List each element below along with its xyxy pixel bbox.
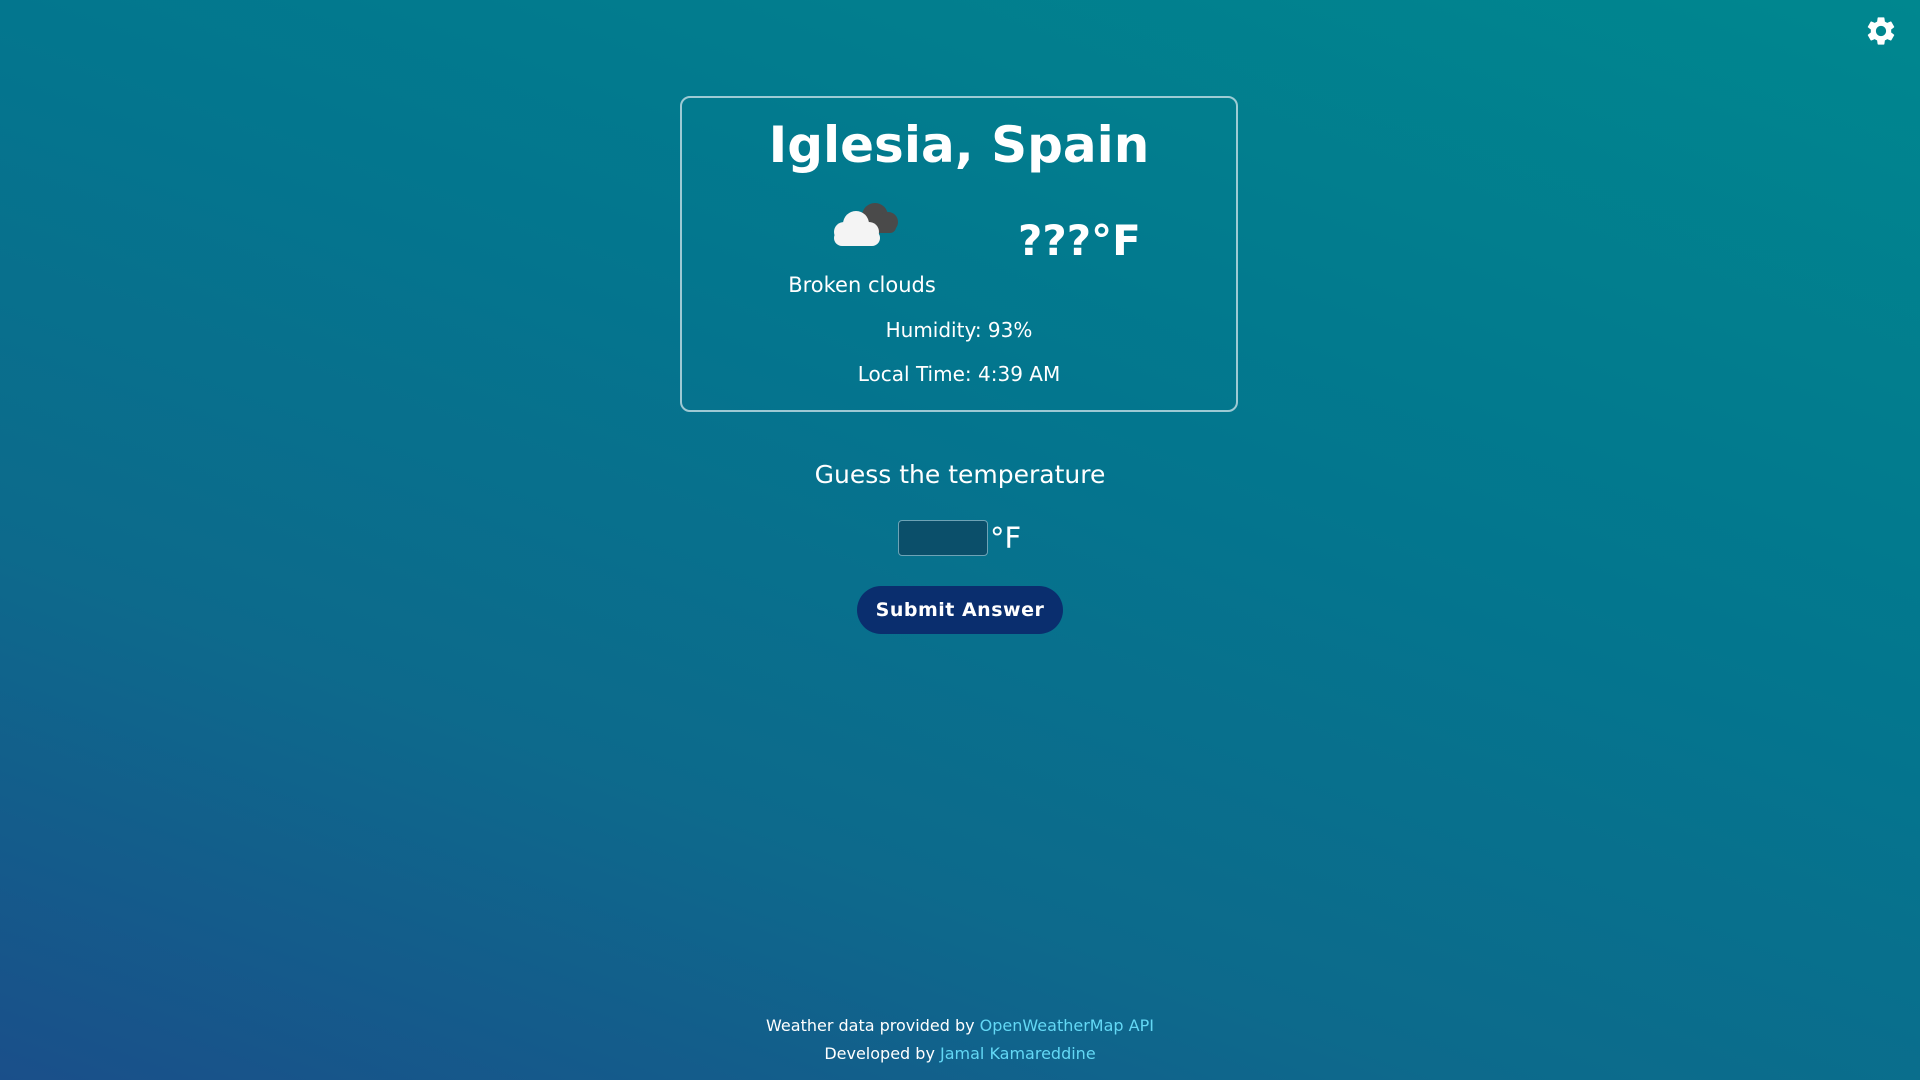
- footer-credit-developer: Developed by Jamal Kamareddine: [0, 1044, 1920, 1063]
- broken-clouds-icon: [834, 203, 898, 246]
- settings-button[interactable]: [1864, 14, 1898, 48]
- local-time-text: Local Time: 4:39 AM: [857, 362, 1061, 386]
- footer-developer-text: Developed by: [824, 1044, 940, 1063]
- guess-prompt: Guess the temperature: [814, 460, 1106, 489]
- openweathermap-link[interactable]: OpenWeatherMap API: [980, 1016, 1154, 1035]
- temperature-guess-input[interactable]: [898, 520, 988, 556]
- submit-answer-button[interactable]: Submit Answer: [857, 586, 1063, 634]
- developer-link[interactable]: Jamal Kamareddine: [940, 1044, 1096, 1063]
- weather-card: Iglesia, Spain Broken clouds ???°F Humid…: [680, 96, 1238, 412]
- guess-row: °F: [898, 520, 1021, 556]
- hidden-temperature: ???°F: [1018, 216, 1141, 265]
- footer-credit-data: Weather data provided by OpenWeatherMap …: [0, 1016, 1920, 1035]
- weather-description: Broken clouds: [788, 273, 936, 297]
- city-title: Iglesia, Spain: [768, 116, 1150, 174]
- humidity-text: Humidity: 93%: [885, 318, 1033, 342]
- gear-icon: [1867, 17, 1895, 45]
- unit-label: °F: [990, 521, 1022, 555]
- footer-data-text: Weather data provided by: [766, 1016, 980, 1035]
